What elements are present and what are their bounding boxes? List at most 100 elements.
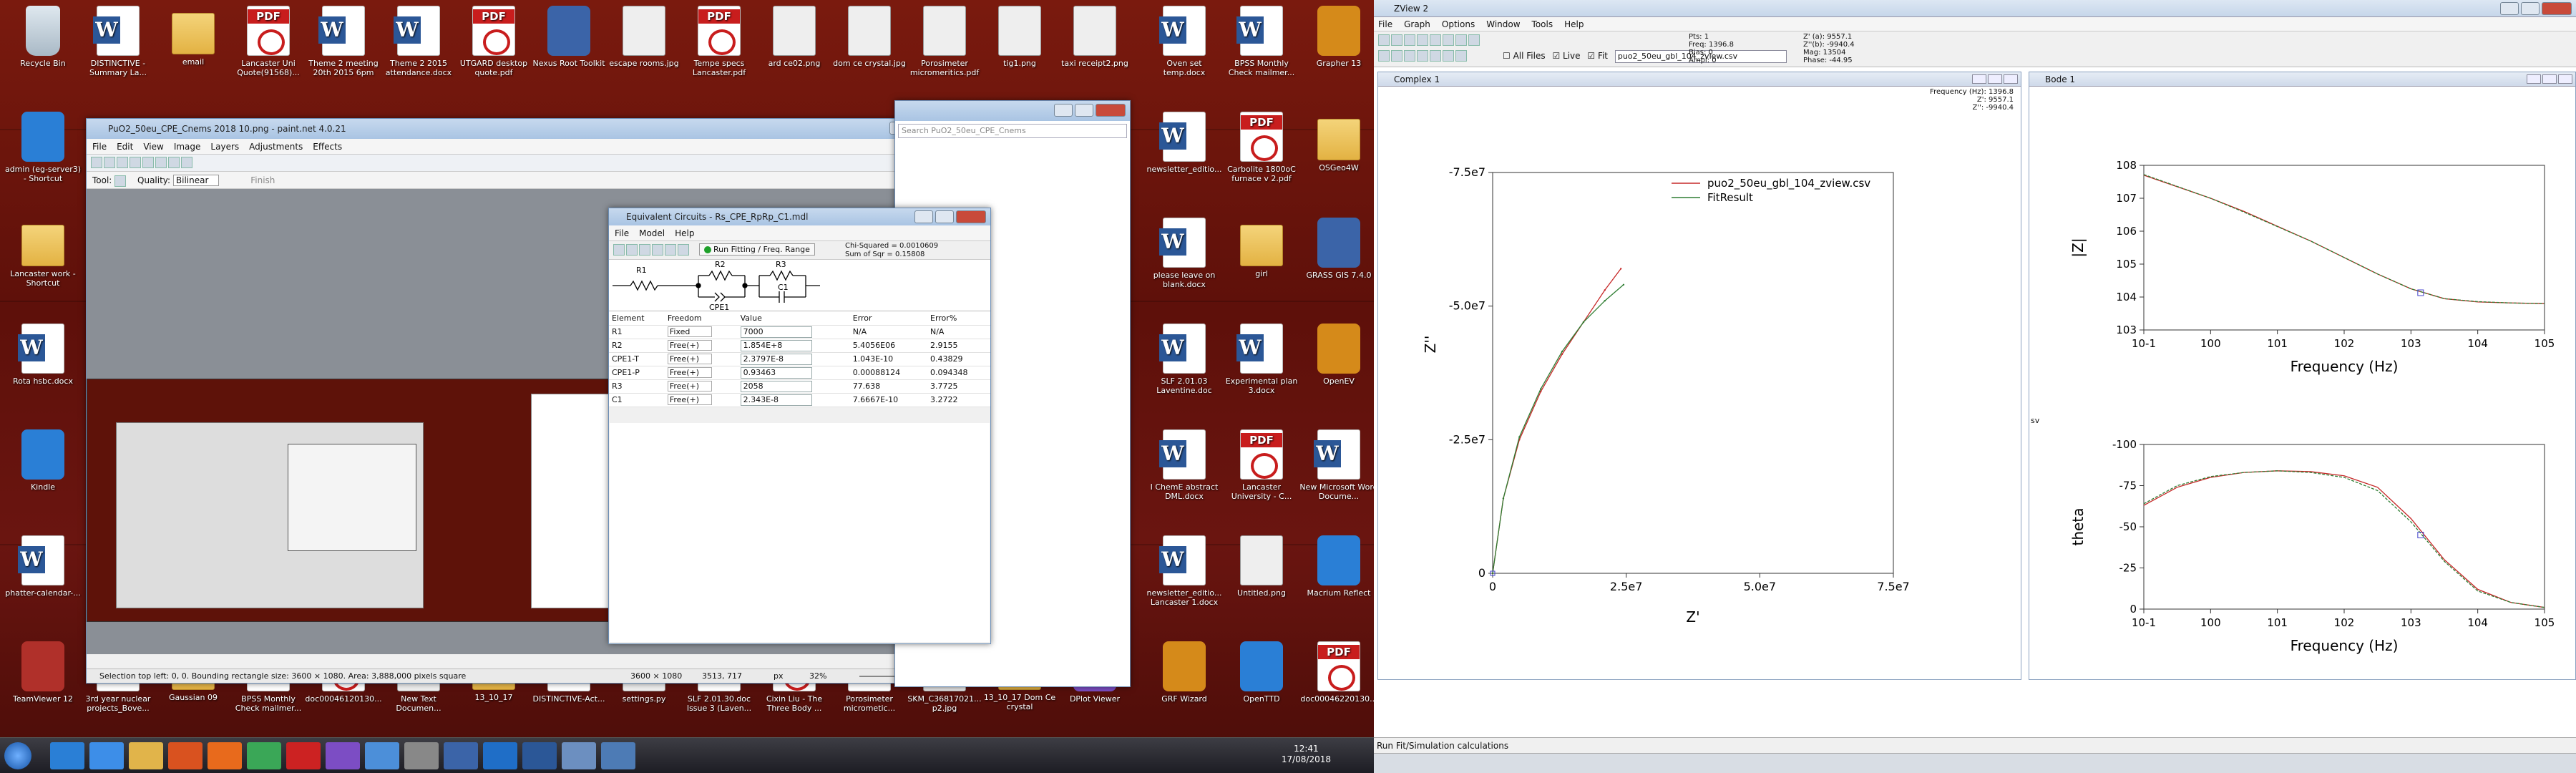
desktop-icon[interactable]: please leave on blank.docx — [1145, 218, 1224, 289]
save-icon[interactable] — [1404, 34, 1415, 46]
menu-effects[interactable]: Effects — [313, 139, 342, 154]
freedom-cell[interactable]: Free(+) — [664, 366, 738, 380]
copy-icon[interactable] — [1430, 34, 1441, 46]
eqc-menu-help[interactable]: Help — [675, 225, 694, 240]
desktop-icon[interactable]: taxi receipt2.png — [1055, 6, 1134, 68]
freedom-select[interactable]: Free(+) — [667, 367, 712, 378]
desktop-icon[interactable]: OpenEV — [1299, 324, 1378, 386]
close-button[interactable] — [2004, 74, 2018, 84]
dropbox-icon[interactable] — [89, 742, 124, 769]
desktop-icon[interactable]: I ChemE abstract DML.docx — [1145, 429, 1224, 501]
fit-icon[interactable] — [1455, 34, 1467, 46]
bode-titlebar[interactable]: Bode 1 — [2029, 72, 2575, 87]
paste-icon[interactable] — [155, 157, 167, 168]
zview-titlebar[interactable]: ZView 2 — [1374, 0, 2576, 17]
desktop-icon[interactable]: SLF 2.01.03 Laventine.doc — [1145, 324, 1224, 395]
desktop-icon[interactable]: Experimental plan 3.docx — [1222, 324, 1301, 395]
desktop-icon[interactable]: doc00046220130... — [1299, 641, 1378, 704]
zview-window[interactable]: ZView 2 File Graph Options Window Tools … — [1374, 0, 2576, 773]
sim-icon[interactable] — [1468, 34, 1480, 46]
freedom-select[interactable]: Free(+) — [667, 381, 712, 392]
cursor-icon[interactable] — [1455, 50, 1467, 62]
close-button[interactable] — [956, 210, 986, 223]
zoom-icon[interactable] — [1378, 50, 1390, 62]
menu-edit[interactable]: Edit — [117, 139, 133, 154]
desktop-icon[interactable]: DISTINCTIVE - Summary La... — [79, 6, 157, 77]
desktop-icon[interactable]: admin (eg-server3) - Shortcut — [4, 112, 82, 183]
zv-menu-file[interactable]: File — [1378, 17, 1392, 31]
redo-icon[interactable] — [181, 157, 192, 168]
maximize-button[interactable] — [935, 210, 954, 223]
desktop-icon[interactable]: Rota hsbc.docx — [4, 324, 82, 386]
desktop-icon[interactable]: Recycle Bin — [4, 6, 82, 68]
desktop-icon[interactable]: Carbolite 1800oC furnace v 2.pdf — [1222, 112, 1301, 183]
desktop-icon[interactable]: Lancaster work - Shortcut — [4, 218, 82, 288]
minimize-button[interactable] — [914, 210, 933, 223]
system-tray[interactable]: 12:41 17/08/2018 — [1282, 744, 1331, 765]
close-button[interactable] — [2542, 2, 2572, 15]
bode-chart[interactable]: 10-1 100 101 102 103 104 105 108 107 106 105 104 103… — [2029, 87, 2575, 679]
value-input[interactable]: 2.343E-8 — [740, 394, 812, 406]
value-cell[interactable]: 2.343E-8 — [737, 393, 850, 407]
explorer-titlebar[interactable] — [895, 101, 1130, 121]
eqc-menu-model[interactable]: Model — [639, 225, 665, 240]
zv-menu-window[interactable]: Window — [1486, 17, 1520, 31]
desktop-icon[interactable]: girl — [1222, 218, 1301, 278]
freedom-select[interactable]: Free(+) — [667, 354, 712, 364]
menu-view[interactable]: View — [143, 139, 163, 154]
circuit-diagram[interactable]: R1 R2 CPE1 R3 C1 — [609, 260, 990, 312]
desktop-icon[interactable]: Macrium Reflect — [1299, 535, 1378, 598]
zv-menu-graph[interactable]: Graph — [1404, 17, 1430, 31]
media-icon[interactable] — [168, 742, 203, 769]
maximize-button[interactable] — [1075, 104, 1093, 117]
zview-task-icon[interactable] — [444, 742, 478, 769]
desktop-icon[interactable]: OSGeo4W — [1299, 112, 1378, 172]
freedom-cell[interactable]: Free(+) — [664, 379, 738, 394]
close-button[interactable] — [1096, 104, 1126, 117]
save-icon[interactable] — [626, 244, 638, 256]
desktop-icon[interactable]: GRF Wizard — [1145, 641, 1224, 704]
save-icon[interactable] — [117, 157, 128, 168]
copy-icon[interactable] — [142, 157, 154, 168]
origin-icon[interactable] — [286, 742, 321, 769]
desktop-icon[interactable]: Porosimeter micromeritics.pdf — [905, 6, 984, 77]
minimize-button[interactable] — [2527, 74, 2541, 84]
eqc-task-icon[interactable] — [404, 742, 439, 769]
value-input[interactable]: 0.93463 — [740, 366, 812, 379]
start-button[interactable] — [4, 742, 31, 769]
open-icon[interactable] — [104, 157, 115, 168]
print-icon[interactable] — [652, 244, 663, 256]
new-icon[interactable] — [1378, 34, 1390, 46]
value-cell[interactable]: 2.3797E-8 — [737, 352, 850, 366]
desktop-icon[interactable]: Theme 2 2015 attendance.docx — [379, 6, 458, 77]
pan-icon[interactable] — [1417, 50, 1428, 62]
freedom-select[interactable]: Free(+) — [667, 394, 712, 405]
complex-titlebar[interactable]: Complex 1 — [1378, 72, 2021, 87]
move-tool-icon[interactable] — [114, 175, 127, 187]
unit-select[interactable]: px — [774, 669, 784, 683]
vs-icon[interactable] — [326, 742, 360, 769]
menu-adjustments[interactable]: Adjustments — [249, 139, 303, 154]
desktop-icon[interactable]: Theme 2 meeting 20th 2015 6pm — [304, 6, 383, 77]
finish-button[interactable]: Finish — [250, 175, 275, 185]
zv-menu-tools[interactable]: Tools — [1532, 17, 1553, 31]
freedom-cell[interactable]: Free(+) — [664, 393, 738, 407]
paste-icon[interactable] — [1443, 34, 1454, 46]
zoom-out-icon[interactable] — [1404, 50, 1415, 62]
desktop-icon[interactable]: newsletter_editio... — [1145, 112, 1224, 174]
open-icon[interactable] — [613, 244, 625, 256]
paintnet-task-icon[interactable] — [365, 742, 399, 769]
desktop-icon[interactable]: UTGARD desktop quote.pdf — [454, 6, 533, 77]
explorer-search[interactable]: Search PuO2_50eu_CPE_Cnems — [898, 124, 1127, 138]
fit-checkbox[interactable]: ☑ Fit — [1587, 51, 1608, 61]
paintnet-titlebar[interactable]: PuO2_50eu_CPE_Cnems 2018 10.png - paint.… — [87, 119, 965, 139]
desktop-icon[interactable]: Untitled.png — [1222, 535, 1301, 598]
desktop-icon[interactable]: Kindle — [4, 429, 82, 492]
quality-select[interactable]: Bilinear — [172, 175, 220, 186]
saveas-icon[interactable] — [639, 244, 650, 256]
nyquist-chart[interactable]: 0 2.5e7 5.0e7 7.5e7 -7.5e7 -5.0e7 -2.5e7 0 Z' Z''… — [1378, 87, 2021, 679]
minimize-button[interactable] — [1054, 104, 1073, 117]
freedom-cell[interactable]: Fixed — [664, 325, 738, 339]
eqc-menu-file[interactable]: File — [615, 225, 629, 240]
table-row[interactable]: R3 Free(+) 2058 77.638 3.7725 — [609, 379, 990, 394]
